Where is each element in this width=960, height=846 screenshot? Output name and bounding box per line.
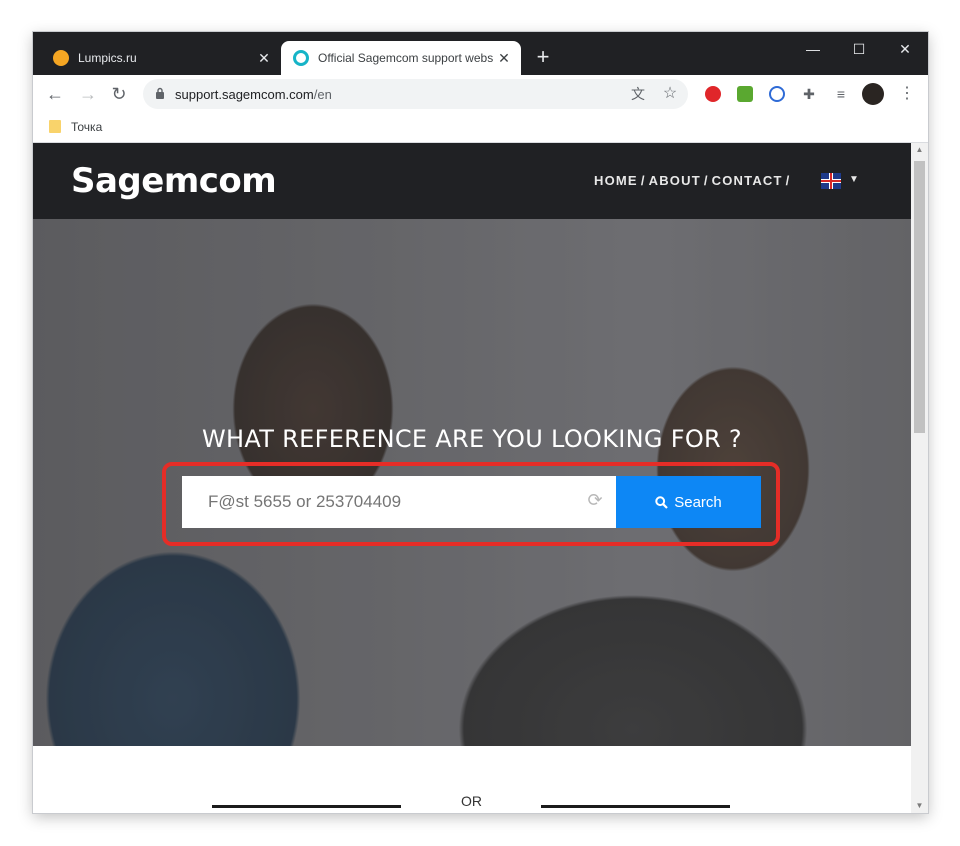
uk-flag-icon[interactable] — [821, 173, 841, 189]
maximize-icon[interactable]: ☐ — [836, 36, 882, 64]
reload-icon[interactable]: ↻ — [107, 82, 131, 106]
translate-icon[interactable]: 文 — [629, 85, 647, 103]
scroll-up-icon[interactable]: ▲ — [911, 143, 928, 157]
close-icon[interactable]: ✕ — [493, 50, 515, 67]
chevron-down-icon[interactable]: ▼ — [849, 174, 859, 185]
tab-strip: Lumpics.ru ✕ Official Sagemcom support w… — [33, 32, 928, 75]
divider-line-left — [212, 805, 401, 808]
new-tab-icon[interactable]: + — [531, 46, 555, 70]
hero-banner: WHAT REFERENCE ARE YOU LOOKING FOR ? ⟳ S… — [33, 219, 911, 746]
hero-title: WHAT REFERENCE ARE YOU LOOKING FOR ? — [202, 425, 742, 453]
puzzle-icon[interactable]: ✚ — [801, 86, 817, 102]
site-logo[interactable]: Sagemcom — [71, 161, 277, 201]
nav-contact[interactable]: CONTACT — [712, 173, 783, 188]
search-button[interactable]: Search — [616, 476, 761, 528]
browser-toolbar: ← → ↻ support.sagemcom.com/en 文 ☆ ✚ ≡ ⋮ — [33, 75, 928, 113]
divider-line-right — [541, 805, 730, 808]
search-icon — [655, 495, 669, 509]
main-nav: HOME / ABOUT / CONTACT / — [594, 173, 791, 188]
tab-sagemcom[interactable]: Official Sagemcom support webs ✕ — [281, 41, 521, 75]
kebab-menu-icon[interactable]: ⋮ — [899, 86, 915, 102]
page-viewport: Sagemcom HOME / ABOUT / CONTACT / ▼ WHAT RE… — [33, 143, 911, 813]
lumpics-favicon-icon — [53, 50, 69, 66]
tab-lumpics[interactable]: Lumpics.ru ✕ — [41, 41, 281, 75]
search-button-label: Search — [674, 493, 722, 511]
opera-vpn-icon[interactable] — [705, 86, 721, 102]
globe-extension-icon[interactable] — [769, 86, 785, 102]
close-icon[interactable]: ✕ — [253, 50, 275, 67]
browser-window: Lumpics.ru ✕ Official Sagemcom support w… — [33, 32, 928, 813]
window-close-icon[interactable]: ✕ — [882, 36, 928, 64]
tab-title: Official Sagemcom support webs — [318, 51, 493, 65]
address-bar[interactable]: support.sagemcom.com/en 文 ☆ — [143, 79, 688, 109]
or-label: OR — [461, 793, 482, 809]
bookmark-tochka[interactable]: Точка — [71, 120, 102, 134]
lock-icon — [156, 87, 164, 99]
scroll-down-icon[interactable]: ▼ — [911, 799, 928, 813]
nav-about[interactable]: ABOUT — [649, 173, 701, 188]
forward-icon[interactable]: → — [76, 82, 100, 106]
refresh-icon[interactable]: ⟳ — [584, 489, 606, 511]
nav-home[interactable]: HOME — [594, 173, 638, 188]
tab-title: Lumpics.ru — [78, 51, 137, 65]
back-icon[interactable]: ← — [43, 82, 67, 106]
profile-avatar[interactable] — [862, 83, 884, 105]
vertical-scrollbar[interactable]: ▲ ▼ — [911, 143, 928, 813]
site-header: Sagemcom HOME / ABOUT / CONTACT / ▼ — [33, 143, 911, 219]
sagemcom-favicon-icon — [293, 50, 309, 66]
star-icon[interactable]: ☆ — [661, 85, 679, 103]
minimize-icon[interactable]: — — [790, 36, 836, 64]
folder-icon — [49, 120, 61, 133]
search-input[interactable] — [182, 476, 616, 528]
url-text: support.sagemcom.com/en — [175, 87, 332, 102]
bookmarks-bar: Точка — [33, 113, 928, 143]
music-extension-icon[interactable] — [737, 86, 753, 102]
media-queue-icon[interactable]: ≡ — [833, 86, 849, 102]
scroll-thumb[interactable] — [914, 161, 925, 433]
